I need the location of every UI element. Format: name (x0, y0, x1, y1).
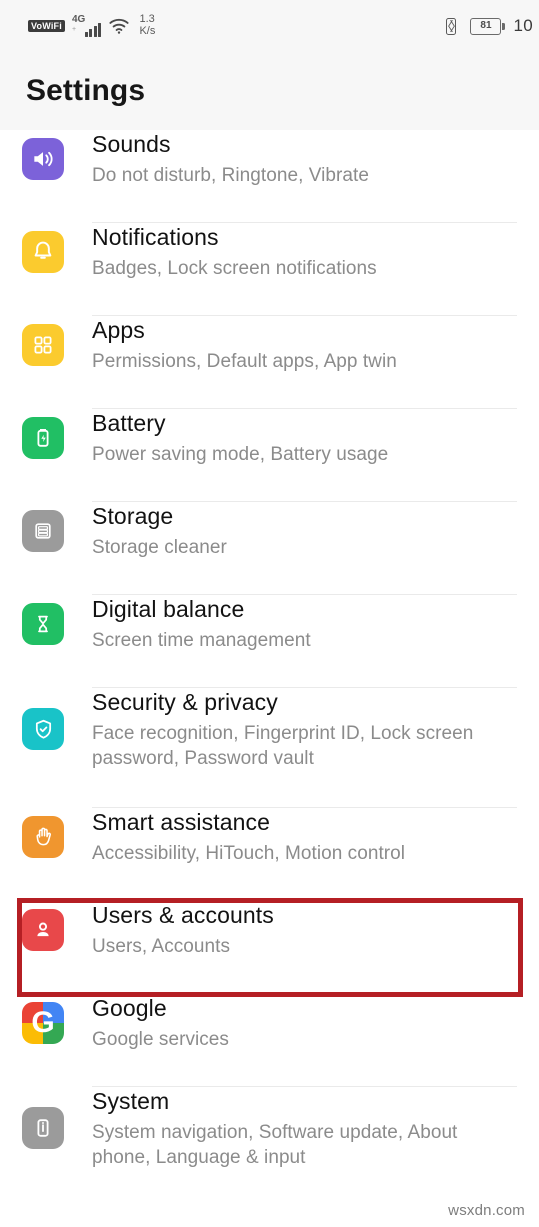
list-item-title: Apps (92, 317, 145, 343)
list-item-subtitle: Power saving mode, Battery usage (92, 443, 389, 465)
battery-level-label: 81 (480, 20, 492, 31)
watermark: wsxdn.com (448, 1202, 525, 1219)
settings-list: Brightness, Eye comfort, Text and displa… (0, 0, 539, 1197)
network-speed-indicator: 1.3 K/s (139, 14, 155, 37)
status-bar-right: 〈 〉 81 10 (440, 16, 533, 36)
list-item-subtitle: Users, Accounts (92, 935, 231, 957)
list-item-apps[interactable]: Apps Permissions, Default apps, App twin (0, 316, 539, 409)
google-icon-cell: G (22, 1001, 92, 1044)
storage-icon-cell (22, 509, 92, 552)
list-item-subtitle: Storage cleaner (92, 536, 227, 558)
list-item-title: Smart assistance (92, 809, 270, 835)
signal-bars (84, 23, 102, 37)
list-item-title: Google (92, 995, 167, 1021)
bell-icon (22, 230, 64, 273)
vowifi-icon: VoWiFi (28, 20, 65, 32)
page-title: Settings (26, 74, 146, 107)
list-item-title: System (92, 1088, 170, 1114)
list-item-users-accounts[interactable]: Users & accounts Users, Accounts (0, 901, 539, 994)
page-header: Settings (0, 52, 539, 130)
apps-icon-cell (22, 323, 92, 366)
list-item-subtitle: Badges, Lock screen notifications (92, 257, 377, 279)
google-icon-letter: G (31, 1005, 55, 1039)
list-item-subtitle: Google services (92, 1028, 229, 1050)
list-item-security-privacy[interactable]: Security & privacy Face recognition, Fin… (0, 688, 539, 808)
network-gen-sublabel: + (71, 26, 77, 33)
vibrate-icon: 〈 〉 (440, 17, 463, 35)
apps-grid-icon (22, 323, 64, 366)
cellular-signal-icon: 4G + (72, 15, 102, 37)
list-item-subtitle: Do not disturb, Ringtone, Vibrate (92, 164, 369, 186)
list-item-title: Digital balance (92, 596, 245, 622)
list-item-subtitle: Face recognition, Fingerprint ID, Lock s… (92, 722, 474, 769)
list-item-subtitle: Permissions, Default apps, App twin (92, 350, 397, 372)
battery-cap (502, 22, 506, 30)
status-bar-left: VoWiFi 4G + 1.3 K/s (28, 14, 155, 37)
list-item-storage[interactable]: Storage Storage cleaner (0, 502, 539, 595)
system-icon-cell (22, 1107, 92, 1150)
list-item-title: Security & privacy (92, 689, 278, 715)
list-item-title: Storage (92, 503, 174, 529)
users-accounts-icon-cell (22, 908, 92, 951)
sounds-icon-cell (22, 137, 92, 180)
network-speed-unit: K/s (139, 25, 156, 37)
hourglass-icon (22, 602, 64, 645)
clock: 10 (513, 16, 533, 35)
list-item-notifications[interactable]: Notifications Badges, Lock screen notifi… (0, 223, 539, 316)
storage-icon (22, 509, 64, 552)
network-gen-label: 4G (71, 14, 86, 25)
battery-icon-cell (22, 416, 92, 459)
list-item-battery[interactable]: Battery Power saving mode, Battery usage (0, 409, 539, 502)
list-item-subtitle: Screen time management (92, 629, 311, 651)
user-account-icon (22, 908, 64, 951)
security-icon-cell (22, 708, 92, 751)
status-bar: VoWiFi 4G + 1.3 K/s 〈 〉 81 10 (0, 0, 539, 52)
list-item-smart-assistance[interactable]: Smart assistance Accessibility, HiTouch,… (0, 808, 539, 901)
list-item-title: Users & accounts (92, 902, 274, 928)
settings-screen: Brightness, Eye comfort, Text and displa… (0, 0, 539, 1227)
digital-balance-icon-cell (22, 602, 92, 645)
hand-icon (22, 815, 64, 858)
system-info-icon (22, 1107, 64, 1150)
list-item-title: Notifications (92, 224, 219, 250)
list-item-sounds[interactable]: Sounds Do not disturb, Ringtone, Vibrate (0, 130, 539, 223)
list-item-subtitle: System navigation, Software update, Abou… (92, 1121, 458, 1168)
wifi-icon (108, 17, 130, 35)
smart-assistance-icon-cell (22, 815, 92, 858)
sound-icon (22, 137, 64, 180)
battery-icon (22, 416, 64, 459)
list-item-title: Battery (92, 410, 166, 436)
list-item-system[interactable]: System System navigation, Software updat… (0, 1087, 539, 1197)
list-item-subtitle: Accessibility, HiTouch, Motion control (92, 842, 406, 864)
battery-status-icon: 81 (470, 17, 506, 35)
list-item-title: Sounds (92, 131, 171, 157)
shield-check-icon (22, 708, 64, 751)
list-item-google[interactable]: G Google Google services (0, 994, 539, 1087)
notifications-icon-cell (22, 230, 92, 273)
google-icon: G (22, 1001, 64, 1044)
list-item-digital-balance[interactable]: Digital balance Screen time management (0, 595, 539, 688)
